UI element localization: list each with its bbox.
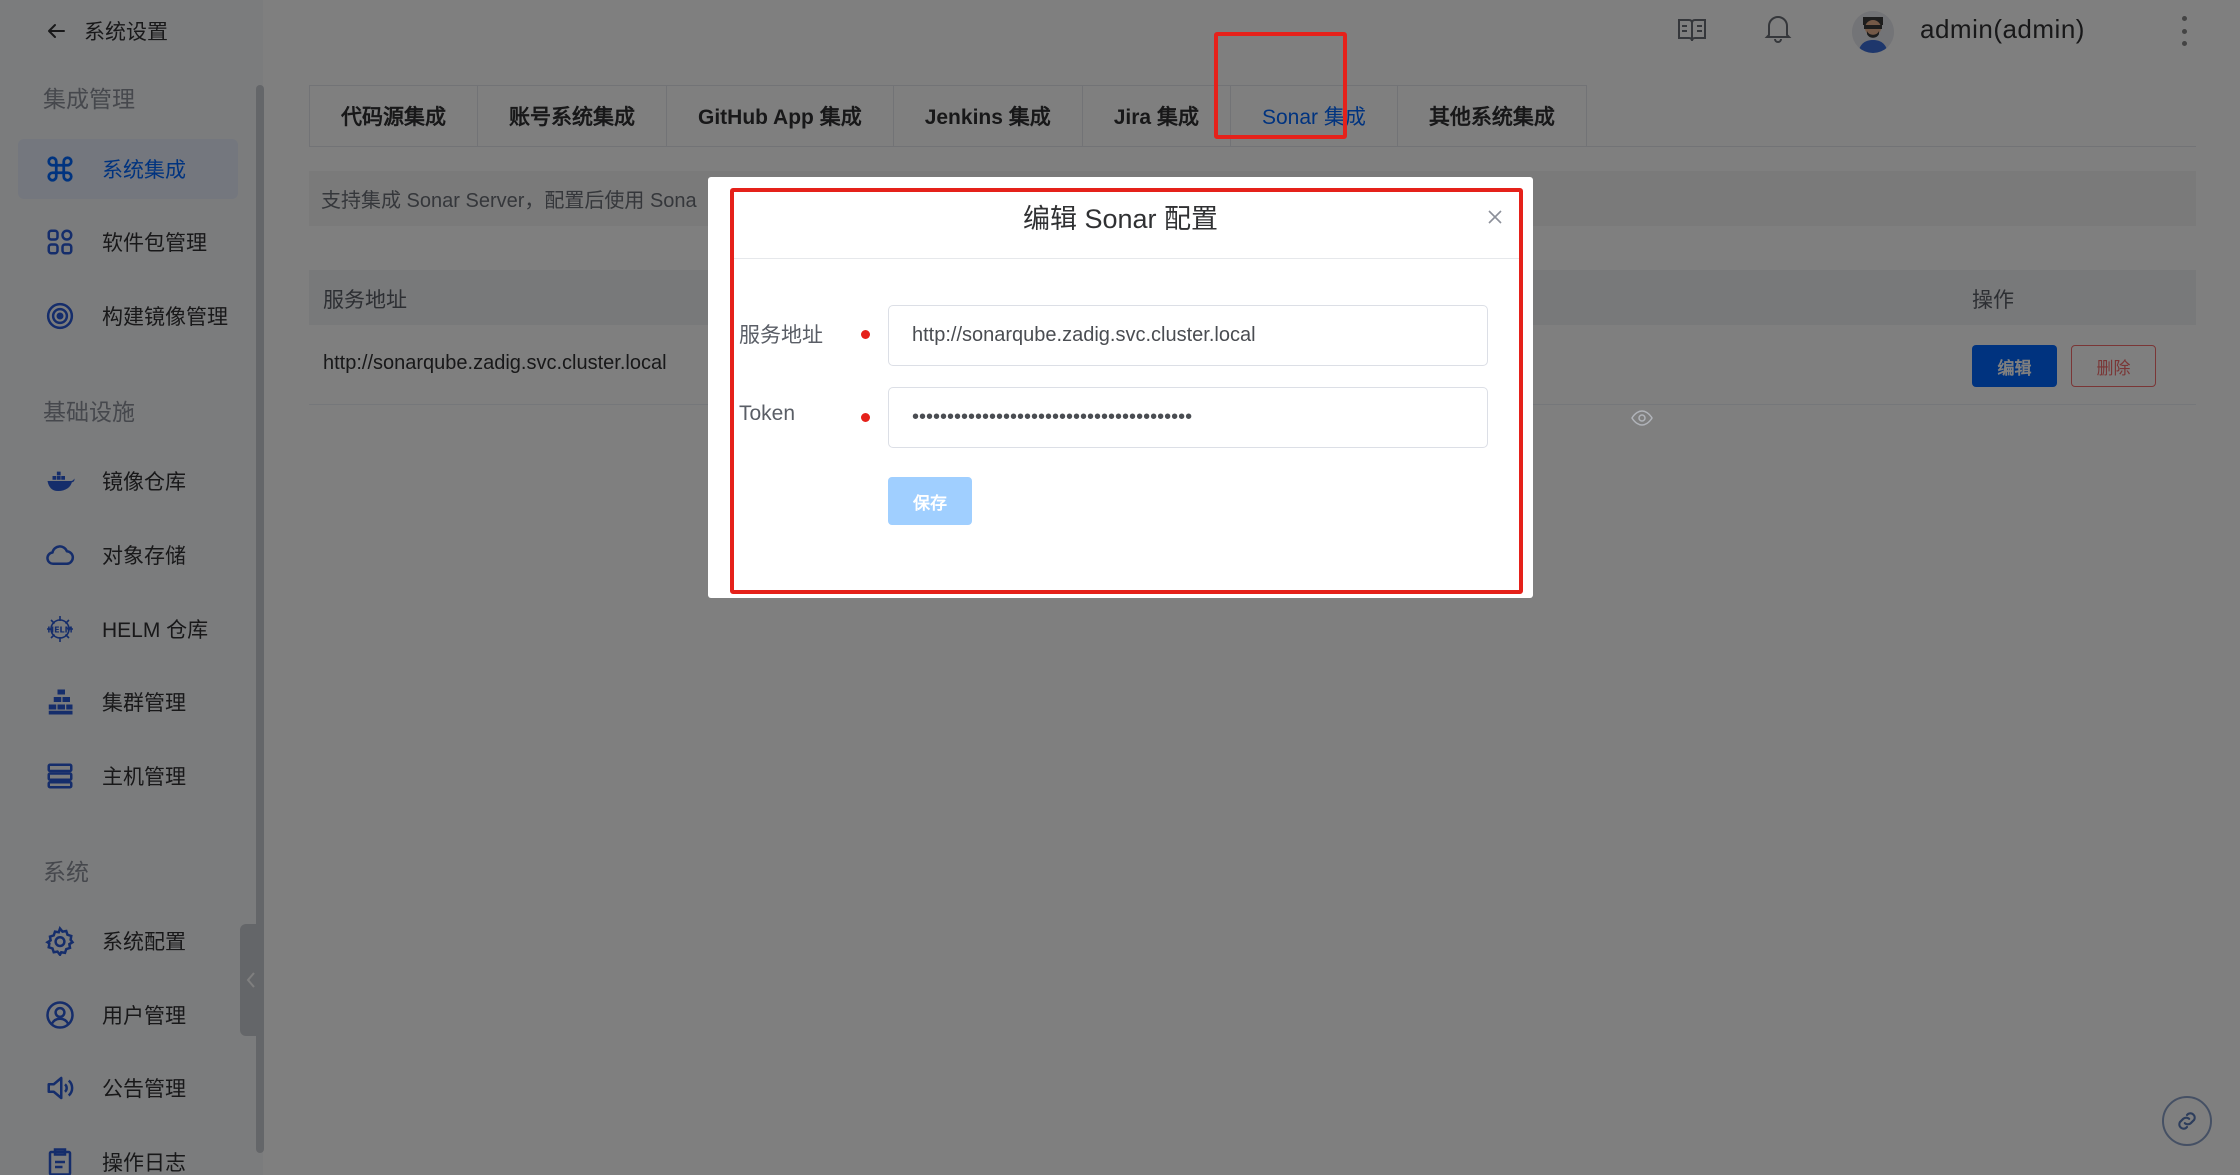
highlight-box-sonar-tab: [1214, 32, 1347, 139]
highlight-box-dialog: [730, 188, 1523, 594]
eye-icon[interactable]: [1631, 410, 1653, 426]
